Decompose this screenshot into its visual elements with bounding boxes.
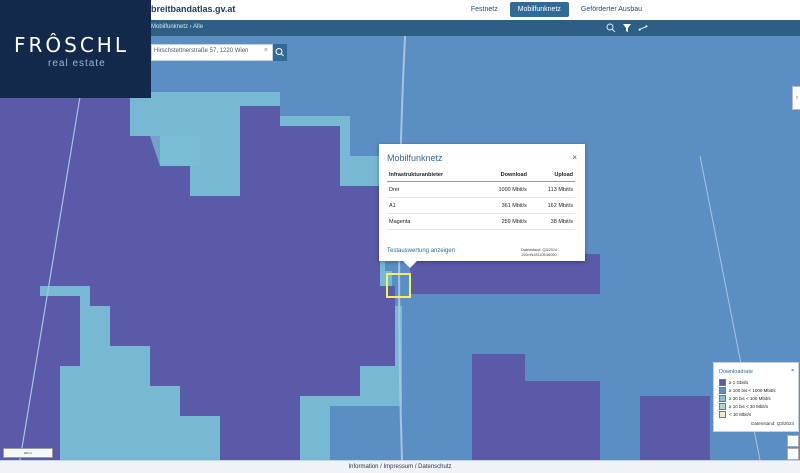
legend-item: ≥ 30 bis < 100 Mbit/s [719, 394, 771, 402]
legend-label: ≥ 10 bis < 30 Mbit/s [729, 403, 769, 409]
scale-bar: 200 m [3, 448, 53, 458]
provider-name: Magenta [387, 213, 479, 230]
zone-gbit-southeast-2 [640, 396, 710, 460]
search-button[interactable] [273, 44, 287, 61]
breadcrumb[interactable]: Mobilfunknetz › Alle [151, 24, 203, 30]
upload-value: 38 Mbit/s [528, 213, 575, 230]
clear-icon[interactable]: × [264, 47, 268, 54]
main-nav: Festnetz Mobilfunknetz Geförderter Ausba… [463, 2, 650, 17]
popup-meta: Datenstand: Q3/2024 100mN28110E46060 [521, 248, 557, 258]
side-panel-toggle[interactable]: ‹ [792, 86, 800, 110]
column-header-download: Download [478, 169, 529, 182]
coverage-popup: Mobilfunknetz × Infrastrukturanbieter Do… [379, 144, 585, 268]
test-evaluation-link[interactable]: Testauswertung anzeigen [387, 248, 455, 254]
fullscreen-button[interactable] [787, 435, 799, 447]
provider-table: Infrastrukturanbieter Download Upload Dr… [387, 169, 575, 230]
measure-icon[interactable] [638, 23, 648, 33]
table-row: Drei 1000 Mbit/s 113 Mbit/s [387, 181, 575, 198]
legend-data-status: Datenstand: Q3/2024 [751, 421, 794, 426]
legend-swatch [719, 410, 726, 418]
logo-tagline: real estate [48, 58, 106, 69]
map-tools [606, 23, 648, 33]
legend-label: ≥ 100 bis < 1000 Mbit/s [729, 387, 776, 393]
column-header-upload: Upload [528, 169, 575, 182]
legend-swatch [719, 386, 726, 394]
upload-value: 113 Mbit/s [528, 181, 575, 198]
legend-swatch [719, 394, 726, 402]
legend-item: < 10 Mbit/s [719, 410, 752, 418]
layers-button[interactable] [787, 448, 799, 460]
brand-logo: FRÔSCHL real estate [0, 0, 151, 98]
legend-item: ≥ 1 Gbit/s [719, 378, 749, 386]
provider-name: A1 [387, 197, 479, 214]
popup-pointer [403, 261, 417, 268]
legend-title: Downloadrate [719, 369, 753, 375]
legend-label: ≥ 30 bis < 100 Mbit/s [729, 395, 771, 401]
provider-name: Drei [387, 181, 479, 198]
table-header-row: Infrastrukturanbieter Download Upload [387, 169, 575, 182]
footer-links[interactable]: Information / Impressum / Datenschutz [0, 460, 800, 473]
legend-label: ≥ 1 Gbit/s [729, 379, 749, 385]
close-icon[interactable]: × [791, 368, 794, 374]
legend-panel: Downloadrate × ≥ 1 Gbit/s ≥ 100 bis < 10… [713, 362, 799, 432]
tab-gefoerderter-ausbau[interactable]: Geförderter Ausbau [573, 2, 650, 17]
grid-cell-id: 100mN28110E46060 [521, 253, 557, 257]
table-row: A1 361 Mbit/s 162 Mbit/s [387, 197, 575, 214]
legend-item: ≥ 100 bis < 1000 Mbit/s [719, 386, 776, 394]
download-value: 361 Mbit/s [478, 197, 529, 214]
search-icon[interactable] [606, 23, 616, 33]
tab-mobilfunknetz[interactable]: Mobilfunknetz [509, 2, 569, 17]
close-icon[interactable]: × [572, 153, 577, 162]
filter-icon[interactable] [622, 23, 632, 33]
legend-item: ≥ 10 bis < 30 Mbit/s [719, 402, 769, 410]
site-title[interactable]: breitbandatlas.gv.at [151, 4, 235, 14]
tab-festnetz[interactable]: Festnetz [463, 2, 506, 17]
legend-label: < 10 Mbit/s [729, 411, 752, 417]
search-icon [275, 48, 284, 57]
popup-title: Mobilfunknetz [387, 153, 443, 163]
download-value: 1000 Mbit/s [478, 181, 529, 198]
legend-swatch [719, 378, 726, 386]
legend-swatch [719, 402, 726, 410]
search-input[interactable]: Hirschstettnerstraße 57, 1220 Wien [154, 48, 248, 54]
upload-value: 162 Mbit/s [528, 197, 575, 214]
search-box: Hirschstettnerstraße 57, 1220 Wien × [151, 44, 273, 61]
column-header-provider: Infrastrukturanbieter [387, 169, 479, 182]
table-row: Magenta 259 Mbit/s 38 Mbit/s [387, 213, 575, 230]
download-value: 259 Mbit/s [478, 213, 529, 230]
logo-wordmark: FRÔSCHL [14, 33, 129, 57]
